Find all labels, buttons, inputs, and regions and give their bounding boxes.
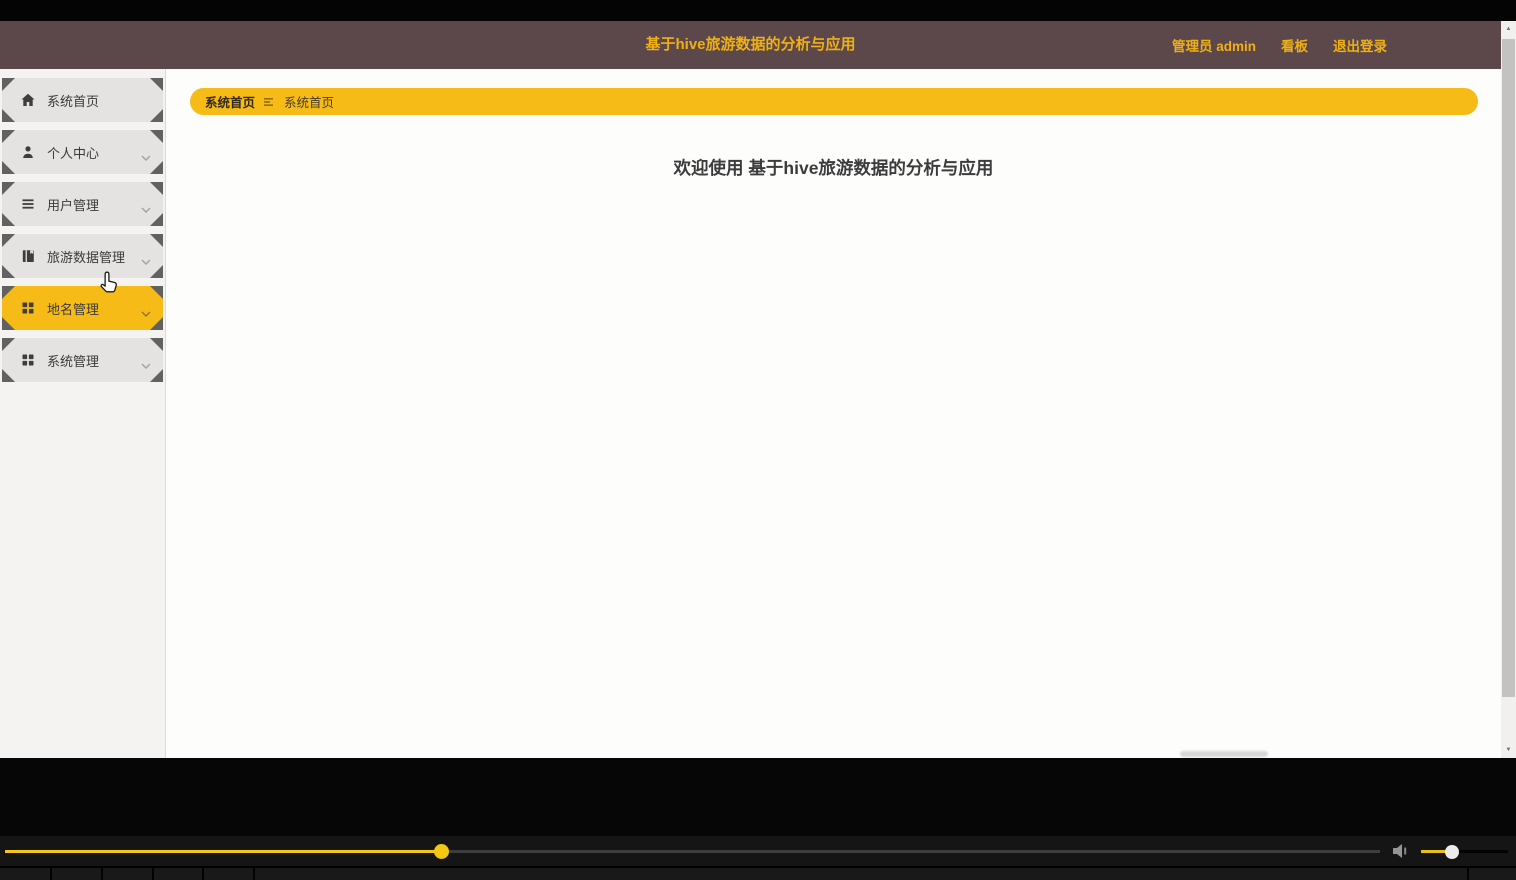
sidebar-item-frame: 旅游数据管理 — [2, 234, 163, 278]
page-scrollbar[interactable]: ▲ ▼ — [1501, 21, 1516, 758]
sidebar-item-grid[interactable]: 系统管理 — [2, 338, 163, 382]
filmstrip-divider — [202, 868, 204, 880]
logout-link[interactable]: 退出登录 — [1333, 35, 1387, 55]
sidebar-item-frame: 系统管理 — [2, 338, 163, 382]
speaker-icon[interactable] — [1391, 843, 1413, 859]
video-player-controls — [0, 758, 1516, 880]
home-icon — [20, 92, 36, 108]
breadcrumb-root[interactable]: 系统首页 — [205, 92, 255, 111]
sidebar-item-book[interactable]: 旅游数据管理 — [2, 234, 163, 278]
chevron-down-icon — [141, 149, 151, 156]
chevron-down-icon — [141, 201, 151, 208]
grid-icon — [20, 352, 36, 368]
chevron-down-icon — [141, 357, 151, 364]
sidebar-item-frame: 地名管理 — [2, 286, 163, 330]
chevron-down-icon — [141, 253, 151, 260]
sidebar-item-list[interactable]: 用户管理 — [2, 182, 163, 226]
seek-bar-knob[interactable] — [433, 844, 449, 859]
sidebar-item-frame: 系统首页 — [2, 78, 163, 122]
sidebar-item-label: 旅游数据管理 — [47, 249, 126, 265]
scrollbar-up-arrow-icon[interactable]: ▲ — [1501, 21, 1516, 37]
filmstrip-divider — [50, 868, 52, 880]
sidebar-item-frame: 个人中心 — [2, 130, 163, 174]
sidebar-item-frame: 用户管理 — [2, 182, 163, 226]
lines-separator-icon — [264, 97, 275, 107]
breadcrumb: 系统首页 系统首页 — [190, 88, 1478, 115]
filmstrip-divider — [152, 868, 154, 880]
header-nav: 管理员 admin 看板 退出登录 — [1172, 21, 1387, 69]
sidebar-item-label: 系统首页 — [47, 93, 100, 109]
sidebar-item-home[interactable]: 系统首页 — [2, 78, 163, 122]
filmstrip-divider — [1467, 868, 1469, 880]
sidebar-item-label: 个人中心 — [47, 145, 100, 161]
scrollbar-down-arrow-icon[interactable]: ▼ — [1501, 742, 1516, 758]
browser-page: 基于hive旅游数据的分析与应用 管理员 admin 看板 退出登录 系统首页 … — [0, 21, 1501, 758]
volume-slider-knob[interactable] — [1445, 844, 1460, 859]
volume-slider[interactable] — [1421, 844, 1508, 859]
screen: 基于hive旅游数据的分析与应用 管理员 admin 看板 退出登录 系统首页 … — [0, 0, 1516, 880]
seek-bar[interactable] — [5, 844, 1380, 859]
scrollbar-thumb[interactable] — [1502, 39, 1515, 697]
welcome-title: 欢迎使用 基于hive旅游数据的分析与应用 — [673, 158, 994, 178]
filmstrip-divider — [101, 868, 103, 880]
chevron-down-icon — [141, 305, 151, 312]
sidebar-item-user[interactable]: 个人中心 — [2, 130, 163, 174]
sidebar-item-label: 地名管理 — [47, 301, 100, 317]
sidebar-item-grid[interactable]: 地名管理 — [2, 286, 163, 330]
list-icon — [20, 196, 36, 212]
dashboard-link[interactable]: 看板 — [1281, 35, 1308, 55]
filmstrip-divider — [253, 868, 255, 880]
main-content: 系统首页 系统首页 欢迎使用 基于hive旅游数据的分析与应用 — [166, 69, 1501, 758]
user-icon — [20, 144, 36, 160]
app-header: 基于hive旅游数据的分析与应用 管理员 admin 看板 退出登录 — [0, 21, 1501, 69]
sidebar-item-label: 系统管理 — [47, 353, 100, 369]
seek-bar-fill — [5, 850, 441, 853]
page-edge-smudge — [1180, 751, 1268, 757]
current-user-label[interactable]: 管理员 admin — [1172, 35, 1256, 55]
filmstrip-track — [0, 866, 1516, 880]
grid-icon — [20, 300, 36, 316]
breadcrumb-current: 系统首页 — [284, 96, 335, 110]
sidebar-item-label: 用户管理 — [47, 197, 100, 213]
book-icon — [20, 248, 36, 264]
sidebar: 系统首页 个人中心 用户管理 旅游数据管理 地名管理 系统管理 — [0, 69, 165, 758]
